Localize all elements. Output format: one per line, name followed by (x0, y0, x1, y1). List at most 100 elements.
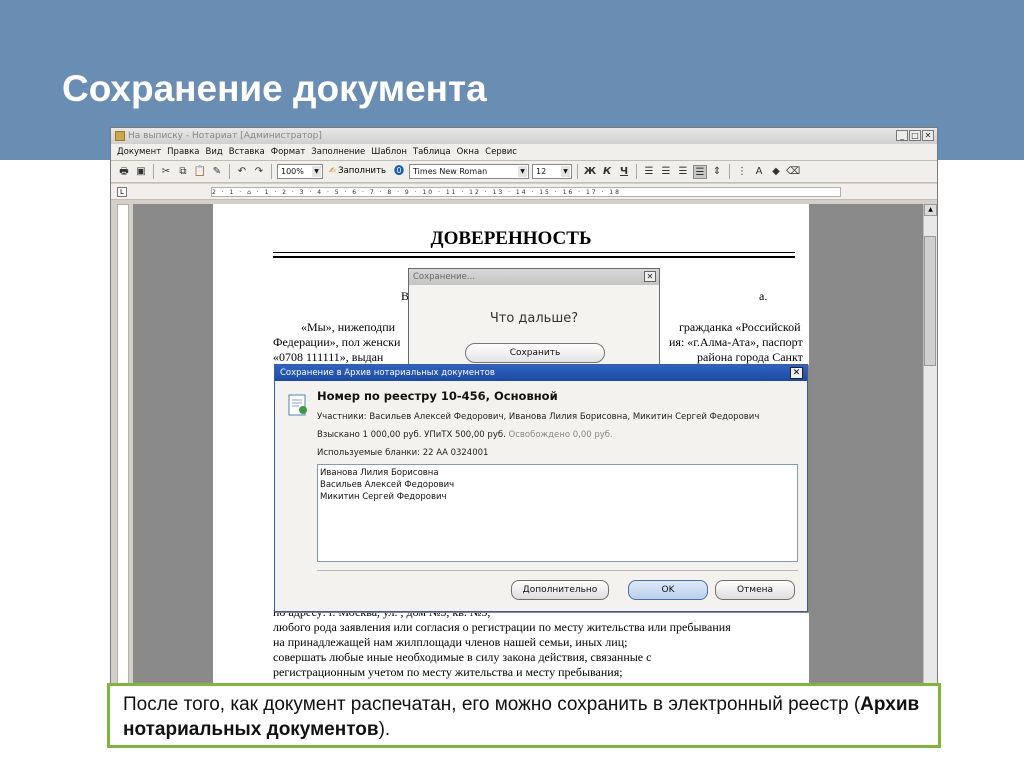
doc-line-2-left: Федерации», пол женски (273, 335, 401, 349)
fees-row: Взыскано 1 000,00 руб. УПиТХ 500,00 руб.… (317, 430, 613, 440)
participants-list[interactable]: Иванова Лилия Борисовна Васильев Алексей… (317, 464, 798, 562)
ruler-scale[interactable]: 2 · 1 · ⌂ · 1 · 2 · 3 · 4 · 5 · 6 · 7 · … (211, 187, 841, 197)
toolbar-separator (636, 164, 638, 179)
font-size-select[interactable]: 12 ▼ (532, 164, 573, 179)
document-stamp-icon (288, 394, 307, 416)
exempt-text: Освобождено 0,00 руб. (508, 430, 613, 440)
doc-line-actions: совершать любые иные необходимые в силу … (273, 650, 652, 664)
menu-document[interactable]: Документ (117, 147, 161, 157)
preview-icon[interactable]: ▣ (134, 165, 148, 179)
font-value: Times New Roman (413, 167, 488, 176)
horizontal-ruler: L 2 · 1 · ⌂ · 1 · 2 · 3 · 4 · 5 · 6 · 7 … (111, 184, 937, 200)
fill-label: Заполнить (338, 166, 387, 176)
doc-line-registration: любого рода заявления или согласия о рег… (273, 620, 731, 634)
scroll-thumb[interactable] (924, 236, 936, 366)
zoom-select[interactable]: 100% ▼ (277, 164, 323, 179)
window-titlebar: На выписку - Нотариат [Администратор] _ … (111, 128, 937, 144)
list-item[interactable]: Васильев Алексей Федорович (320, 479, 795, 491)
toolbar-separator (229, 164, 230, 179)
underline-button[interactable]: Ч (617, 165, 631, 179)
registry-number: Номер по реестру 10-456, Основной (317, 389, 558, 403)
doc-line-living-space: на принадлежащей нам жилплощади членов н… (273, 635, 628, 649)
save-button[interactable]: Сохранить (465, 343, 605, 363)
cut-icon[interactable]: ✂ (159, 165, 173, 179)
caption-box: После того, как документ распечатан, его… (107, 683, 941, 748)
menu-format[interactable]: Формат (271, 147, 306, 157)
redo-icon[interactable]: ↷ (252, 165, 266, 179)
undo-icon[interactable]: ↶ (235, 165, 249, 179)
doc-line-1-left: «Мы», нижеподпи (301, 320, 396, 334)
close-icon[interactable]: ✕ (922, 130, 934, 141)
document-title: ДОВЕРЕННОСТЬ (430, 228, 592, 249)
list-item[interactable]: Иванова Лилия Борисовна (320, 467, 795, 479)
cancel-button[interactable]: Отмена (715, 580, 795, 600)
vertical-scrollbar[interactable]: ▲ (923, 204, 937, 686)
bold-button[interactable]: Ж (583, 165, 597, 179)
close-icon[interactable]: ✕ (790, 367, 803, 379)
save-choice-dialog: Сохранение... ✕ Что дальше? Сохранить (408, 268, 660, 366)
minimize-icon[interactable]: _ (896, 130, 908, 141)
copy-icon[interactable]: ⧉ (176, 165, 190, 179)
caption-text-end: ). (378, 719, 391, 740)
archive-save-dialog: Сохранение в Архив нотариальных документ… (274, 364, 808, 612)
slide-title: Сохранение документа (62, 68, 487, 109)
format-painter-icon[interactable]: ✎ (210, 165, 224, 179)
align-left-icon[interactable]: ☰ (642, 165, 656, 179)
fill-icon: ✍ (329, 166, 337, 176)
font-size-value: 12 (536, 167, 547, 176)
font-select[interactable]: Times New Roman ▼ (409, 164, 530, 179)
save-choice-question: Что дальше? (489, 311, 579, 326)
archive-dialog-titlebar: Сохранение в Архив нотариальных документ… (275, 365, 807, 381)
menu-view[interactable]: Вид (206, 147, 223, 157)
doc-line-3-left: «0708 111111», выдан (273, 350, 384, 364)
doc-date-fragment: а. (759, 289, 768, 303)
archive-dialog-title: Сохранение в Архив нотариальных документ… (280, 368, 495, 378)
dialog-divider (317, 570, 798, 571)
print-icon[interactable]: 🖶 (117, 165, 131, 179)
app-icon (115, 131, 125, 141)
font-color-icon[interactable]: A (752, 165, 766, 179)
highlight-icon[interactable]: ◆ (769, 165, 783, 179)
justify-icon[interactable]: ☰ (693, 164, 708, 179)
save-choice-title-text: Сохранение... (413, 272, 475, 282)
menu-windows[interactable]: Окна (457, 147, 480, 157)
align-right-icon[interactable]: ☰ (676, 165, 690, 179)
toolbar-separator (271, 164, 272, 179)
more-button[interactable]: Дополнительно (511, 580, 609, 600)
menu-table[interactable]: Таблица (413, 147, 451, 157)
doc-line-accounting: регистрационным учетом по месту жительст… (273, 665, 623, 679)
menu-service[interactable]: Сервис (485, 147, 517, 157)
toolbar-separator (153, 164, 154, 179)
toolbar-separator (729, 164, 731, 179)
tab-stop-selector[interactable]: L (117, 187, 127, 197)
zoom-value: 100% (281, 167, 304, 176)
menu-bar: Документ Правка Вид Вставка Формат Запол… (111, 144, 937, 161)
window-controls: _ □ ✕ (896, 130, 934, 141)
menu-insert[interactable]: Вставка (229, 147, 265, 157)
caption-text-start: После того, как документ распечатан, его… (123, 694, 861, 715)
menu-fill[interactable]: Заполнение (311, 147, 365, 157)
vertical-ruler (117, 204, 129, 684)
close-icon[interactable]: ✕ (644, 271, 656, 282)
italic-button[interactable]: К (600, 165, 614, 179)
doc-line-2-right: ия: «г.Алма-Ата», паспорт (669, 335, 803, 349)
list-icon[interactable]: ⋮ (735, 165, 749, 179)
toolbar-separator (577, 164, 579, 179)
window-title: На выписку - Нотариат [Администратор] (128, 131, 322, 141)
menu-edit[interactable]: Правка (167, 147, 199, 157)
paste-icon[interactable]: 📋 (193, 165, 207, 179)
chevron-down-icon: ▼ (312, 166, 321, 177)
ok-button[interactable]: OK (628, 580, 708, 600)
list-item[interactable]: Микитин Сергей Федорович (320, 491, 795, 503)
fill-button[interactable]: ✍ Заполнить (326, 164, 389, 179)
menu-template[interactable]: Шаблон (371, 147, 407, 157)
title-rule (273, 252, 795, 258)
participants-text: Участники: Васильев Алексей Федорович, И… (317, 412, 760, 422)
line-spacing-icon[interactable]: ⇕ (710, 165, 724, 179)
maximize-icon[interactable]: □ (909, 130, 921, 141)
clear-format-icon[interactable]: ⌫ (786, 165, 800, 179)
align-center-icon[interactable]: ☰ (659, 165, 673, 179)
save-choice-dialog-title: Сохранение... ✕ (409, 269, 659, 285)
scroll-up-icon[interactable]: ▲ (924, 204, 937, 216)
help-icon[interactable]: ⓿ (392, 165, 406, 179)
